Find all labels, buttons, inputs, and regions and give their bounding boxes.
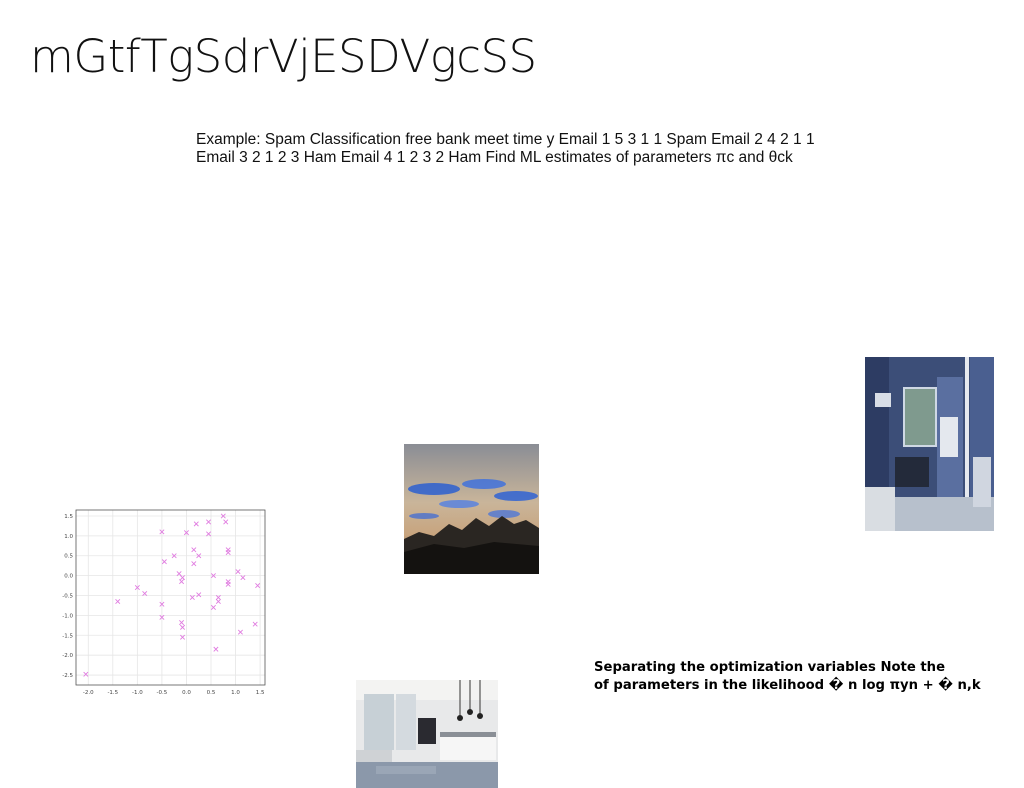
x-tick-label: -1.0 bbox=[132, 690, 143, 696]
optimization-note: Separating the optimization variables No… bbox=[594, 659, 1019, 695]
x-tick-label: -0.5 bbox=[157, 690, 168, 696]
living-room-image bbox=[356, 680, 498, 788]
slide-title: mGtfTgSdrVjESDVgcSS bbox=[30, 30, 537, 83]
y-tick-label: 0.0 bbox=[64, 574, 73, 580]
optimization-note-line-2: of parameters in the likelihood � n log … bbox=[594, 678, 981, 693]
y-tick-label: -0.5 bbox=[62, 594, 73, 600]
x-tick-label: 1.0 bbox=[231, 690, 240, 696]
y-tick-label: 1.5 bbox=[64, 514, 73, 520]
blue-room-image bbox=[865, 357, 994, 531]
x-tick-label: 1.5 bbox=[256, 690, 265, 696]
y-tick-label: -1.0 bbox=[62, 613, 73, 619]
y-tick-label: 1.0 bbox=[64, 534, 73, 540]
x-tick-label: 0.0 bbox=[182, 690, 191, 696]
y-tick-label: -2.5 bbox=[62, 673, 73, 679]
example-text: Example: Spam Classification free bank m… bbox=[196, 131, 815, 166]
mountain-sunset-image bbox=[404, 444, 539, 574]
x-tick-label: -1.5 bbox=[107, 690, 118, 696]
y-tick-label: -2.0 bbox=[62, 653, 73, 659]
scatter-plot: -2.0 -1.5 -1.0 -0.5 0.0 0.5 1.0 1.5 1.5 1.0 0.5 0.0… bbox=[62, 509, 266, 696]
x-tick-label: -2.0 bbox=[83, 690, 94, 696]
x-tick-label: 0.5 bbox=[207, 690, 216, 696]
optimization-note-line-1: Separating the optimization variables No… bbox=[594, 660, 946, 675]
y-tick-label: 0.5 bbox=[64, 554, 73, 560]
y-tick-label: -1.5 bbox=[62, 633, 73, 639]
